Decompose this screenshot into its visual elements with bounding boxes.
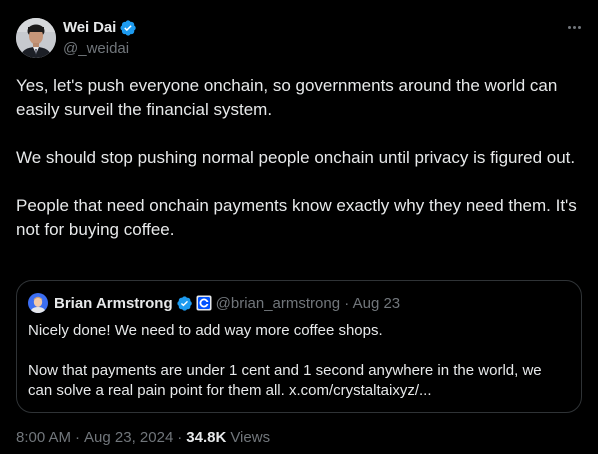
views-label: Views — [230, 429, 271, 446]
verified-badge-icon[interactable] — [119, 19, 137, 37]
verified-badge-icon[interactable] — [176, 295, 193, 312]
quoted-tweet-paragraph: Nicely done! We need to add way more cof… — [28, 322, 383, 339]
tweet-card: Wei Dai @_weidai Yes, let's push everyon… — [0, 0, 598, 454]
tweet-date[interactable]: Aug 23, 2024 — [84, 428, 173, 448]
tweet-time[interactable]: 8:00 AM — [16, 428, 71, 448]
author-handle[interactable]: @_weidai — [63, 39, 137, 59]
meta-separator: · — [344, 294, 350, 312]
tweet-paragraph: We should stop pushing normal people onc… — [16, 148, 576, 167]
quoted-tweet-date[interactable]: Aug 23 — [353, 295, 401, 312]
quoted-tweet[interactable]: Brian Armstrong @brian_armstrong · Aug 2… — [16, 280, 582, 413]
views-count[interactable]: 34.8K — [186, 428, 226, 448]
author-names: Wei Dai @_weidai — [63, 18, 137, 59]
quoted-author-handle[interactable]: @brian_armstrong — [216, 295, 340, 312]
author-display-name[interactable]: Wei Dai — [63, 19, 116, 36]
quoted-tweet-meta: @brian_armstrong · Aug 23 — [216, 295, 401, 312]
coinbase-affiliate-icon[interactable] — [196, 295, 212, 311]
more-dot — [568, 26, 571, 29]
quoted-tweet-paragraph: Now that payments are under 1 cent and 1… — [28, 362, 542, 399]
quoted-tweet-text: Nicely done! We need to add way more cof… — [28, 321, 568, 401]
tweet-paragraph: Yes, let's push everyone onchain, so gov… — [16, 76, 558, 119]
author-name-row: Wei Dai — [63, 18, 137, 38]
more-dot — [578, 26, 581, 29]
tweet-header: Wei Dai @_weidai — [16, 16, 137, 60]
more-dot — [573, 26, 576, 29]
author-avatar[interactable] — [16, 18, 56, 58]
tweet-paragraph: People that need onchain payments know e… — [16, 196, 577, 239]
quoted-author-badges — [176, 295, 212, 312]
quoted-author-display-name[interactable]: Brian Armstrong — [54, 295, 173, 312]
quoted-tweet-header: Brian Armstrong @brian_armstrong · Aug 2… — [28, 293, 400, 313]
footer-separator: · — [75, 429, 81, 446]
more-options-icon[interactable] — [568, 26, 581, 29]
footer-separator: · — [177, 429, 183, 446]
tweet-footer: 8:00 AM · Aug 23, 2024 · 34.8K Views — [16, 428, 270, 448]
quoted-author-avatar[interactable] — [28, 293, 48, 313]
tweet-text: Yes, let's push everyone onchain, so gov… — [16, 74, 582, 242]
